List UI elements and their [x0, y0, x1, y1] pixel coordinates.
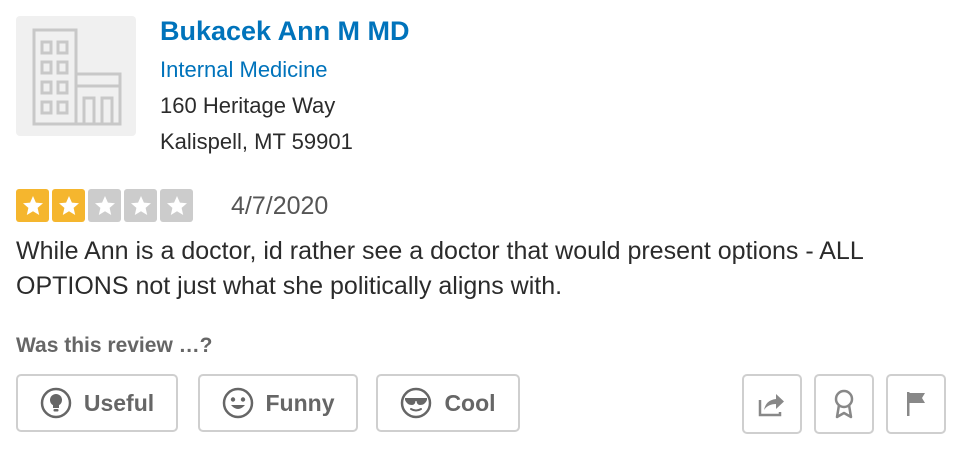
star-icon — [160, 189, 193, 222]
star-icon — [88, 189, 121, 222]
star-icon — [52, 189, 85, 222]
business-category-link[interactable]: Internal Medicine — [160, 57, 328, 83]
share-icon — [756, 388, 788, 420]
business-photo-placeholder[interactable] — [16, 16, 136, 136]
share-button[interactable] — [742, 374, 802, 434]
review-date: 4/7/2020 — [231, 192, 329, 220]
cool-label: Cool — [444, 389, 496, 416]
feedback-question: Was this review …? — [16, 334, 213, 357]
useful-button[interactable]: Useful — [16, 374, 178, 432]
funny-label: Funny — [265, 389, 335, 416]
flag-icon — [900, 388, 932, 420]
lightbulb-icon — [40, 387, 72, 419]
star-icon — [124, 189, 157, 222]
compliment-award-icon — [828, 388, 860, 420]
address-line-2: Kalispell, MT 59901 — [160, 129, 353, 154]
flag-button[interactable] — [886, 374, 946, 434]
funny-button[interactable]: Funny — [198, 374, 358, 432]
address-line-1: 160 Heritage Way — [160, 93, 336, 118]
star-rating — [16, 189, 193, 222]
compliment-button[interactable] — [814, 374, 874, 434]
business-name-link[interactable]: Bukacek Ann M MD — [160, 16, 410, 47]
sunglasses-face-icon — [400, 387, 432, 419]
cool-button[interactable]: Cool — [376, 374, 520, 432]
building-placeholder-icon — [32, 28, 122, 126]
star-icon — [16, 189, 49, 222]
smiley-face-icon — [222, 387, 254, 419]
review-text: While Ann is a doctor, id rather see a d… — [16, 237, 863, 300]
useful-label: Useful — [83, 389, 155, 416]
